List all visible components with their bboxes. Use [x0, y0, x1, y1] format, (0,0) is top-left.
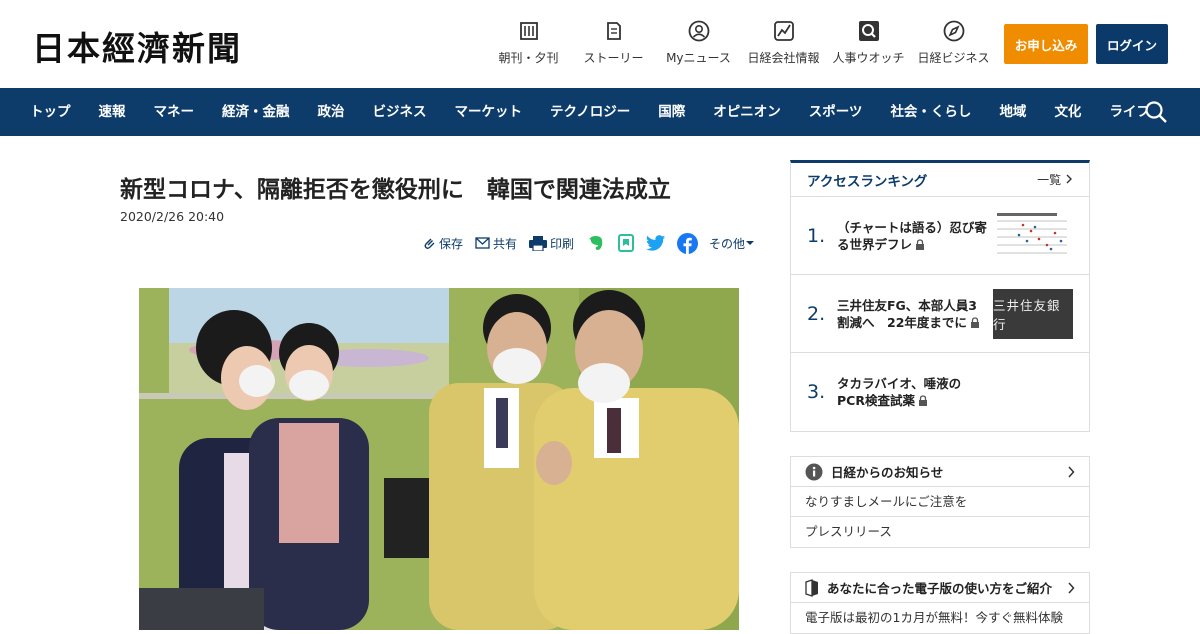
nav-item-economy-finance[interactable]: 経済・金融 — [208, 88, 304, 136]
ranking-item[interactable]: 1. （チャートは語る）忍び寄る世界デフレ — [791, 197, 1089, 275]
nav-item-region[interactable]: 地域 — [985, 88, 1040, 136]
toplink-personnel-watch[interactable]: 人事ウオッチ — [826, 20, 911, 68]
subscribe-button[interactable]: お申し込み — [1004, 24, 1088, 64]
guide-header[interactable]: あなたに合った電子版の使い方をご紹介 — [791, 573, 1089, 603]
ranking-more-label: 一覧 — [1037, 173, 1062, 187]
chevron-right-icon — [1068, 582, 1075, 594]
clip-icon — [424, 238, 435, 249]
more-share-button[interactable]: その他 — [709, 235, 755, 252]
article-date: 2020/2/26 20:40 — [120, 209, 225, 224]
print-label: 印刷 — [550, 236, 575, 251]
nav-item-money[interactable]: マネー — [140, 88, 209, 136]
login-button[interactable]: ログイン — [1096, 24, 1168, 64]
nav-items: トップ 速報 マネー 経済・金融 政治 ビジネス マーケット テクノロジー 国際… — [16, 88, 1164, 136]
toplink-label: Myニュース — [666, 51, 731, 65]
rank-text-wrap: 三井住友FG、本部人員3割減へ 22年度までに — [837, 297, 987, 331]
beginner-mark-icon — [805, 578, 818, 597]
print-button[interactable]: 印刷 — [529, 235, 574, 252]
mail-icon — [475, 237, 490, 249]
search-person-icon — [858, 20, 880, 42]
toplink-label: 人事ウオッチ — [832, 51, 905, 65]
search-icon[interactable] — [1144, 100, 1168, 124]
main-nav: トップ 速報 マネー 経済・金融 政治 ビジネス マーケット テクノロジー 国際… — [0, 88, 1200, 136]
toplink-label: 朝刊・夕刊 — [498, 51, 559, 65]
access-ranking: アクセスランキング 一覧 1. （チャートは語る）忍び寄る世界デフレ 2. 三井… — [790, 160, 1090, 432]
toplink-story[interactable]: ストーリー — [571, 20, 656, 68]
evernote-icon[interactable] — [586, 233, 606, 253]
toplink-my-news[interactable]: Myニュース — [656, 20, 741, 68]
guide-item[interactable]: 電子版は最初の1カ月が無料！今すぐ無料体験 — [791, 603, 1089, 633]
share-button[interactable]: 共有 — [475, 235, 517, 252]
caret-down-icon — [746, 241, 755, 245]
nav-item-opinion[interactable]: オピニオン — [699, 88, 795, 136]
chevron-right-icon — [1068, 466, 1075, 478]
site-header: 日本經濟新聞 朝刊・夕刊 ストーリー Myニュース 日経会社情報 人事ウオッチ … — [0, 0, 1200, 88]
nav-item-politics[interactable]: 政治 — [304, 88, 359, 136]
rank-text: 三井住友FG、本部人員3割減へ 22年度までに — [837, 298, 977, 330]
save-label: 保存 — [439, 236, 464, 251]
nav-item-society[interactable]: 社会・くらし — [876, 88, 985, 136]
nav-item-culture[interactable]: 文化 — [1040, 88, 1095, 136]
toplink-label: ストーリー — [583, 51, 644, 65]
notice-title: 日経からのお知らせ — [831, 465, 944, 480]
twitter-icon[interactable] — [646, 234, 666, 252]
rank-thumbnail-chart — [993, 211, 1073, 261]
article-title: 新型コロナ、隔離拒否を懲役刑に 韓国で関連法成立 — [120, 177, 671, 203]
ranking-more-link[interactable]: 一覧 — [1037, 171, 1073, 188]
facebook-icon[interactable] — [677, 232, 699, 254]
ranking-item[interactable]: 2. 三井住友FG、本部人員3割減へ 22年度までに 三井住友銀行 — [791, 275, 1089, 353]
rank-text: （チャートは語る）忍び寄る世界デフレ — [837, 220, 987, 252]
rank-number: 1. — [807, 225, 826, 247]
lock-icon — [918, 395, 927, 406]
notice-item[interactable]: プレスリリース — [791, 517, 1089, 547]
rank-text: タカラバイオ、唾液のPCR検査試薬 — [837, 376, 962, 408]
ranking-title: アクセスランキング — [807, 173, 928, 190]
rank-text-wrap: タカラバイオ、唾液のPCR検査試薬 — [837, 375, 987, 409]
notice-header[interactable]: 日経からのお知らせ — [791, 457, 1089, 487]
top-links: 朝刊・夕刊 ストーリー Myニュース 日経会社情報 人事ウオッチ 日経ビジネス — [486, 20, 996, 68]
save-button[interactable]: 保存 — [422, 235, 463, 252]
nav-item-top[interactable]: トップ — [16, 88, 85, 136]
toplink-label: 日経ビジネス — [917, 51, 990, 65]
nav-item-market[interactable]: マーケット — [441, 88, 537, 136]
site-logo[interactable]: 日本經濟新聞 — [32, 22, 242, 70]
bank-sign-text: 三井住友銀行 — [993, 298, 1061, 332]
nav-item-sports[interactable]: スポーツ — [795, 88, 877, 136]
digital-guide-box: あなたに合った電子版の使い方をご紹介 電子版は最初の1カ月が無料！今すぐ無料体験 — [790, 572, 1090, 634]
nav-item-technology[interactable]: テクノロジー — [536, 88, 644, 136]
nav-item-business[interactable]: ビジネス — [359, 88, 441, 136]
nav-item-international[interactable]: 国際 — [644, 88, 699, 136]
printer-icon — [529, 235, 548, 251]
article-photo — [139, 288, 739, 630]
ranking-header: アクセスランキング 一覧 — [791, 163, 1089, 197]
rank-number: 2. — [807, 303, 826, 325]
chart-icon — [773, 20, 795, 42]
newspaper-icon — [518, 20, 540, 42]
rank-number: 3. — [807, 381, 826, 403]
rank-text-wrap: （チャートは語る）忍び寄る世界デフレ — [837, 219, 987, 253]
compass-icon — [943, 20, 965, 42]
lock-icon — [970, 317, 979, 328]
nikkei-notice-box: 日経からのお知らせ なりすましメールにご注意を プレスリリース — [790, 456, 1090, 548]
ranking-item[interactable]: 3. タカラバイオ、唾液のPCR検査試薬 — [791, 353, 1089, 431]
nav-item-breaking[interactable]: 速報 — [85, 88, 140, 136]
more-label: その他 — [709, 236, 746, 251]
toplink-company-info[interactable]: 日経会社情報 — [741, 20, 826, 68]
share-label: 共有 — [493, 236, 518, 251]
toplink-morning-evening[interactable]: 朝刊・夕刊 — [486, 20, 571, 68]
toplink-nikkei-business[interactable]: 日経ビジネス — [911, 20, 996, 68]
bookmark-icon[interactable] — [617, 233, 635, 253]
notice-item[interactable]: なりすましメールにご注意を — [791, 487, 1089, 517]
lock-icon — [916, 239, 925, 250]
guide-title: あなたに合った電子版の使い方をご紹介 — [827, 581, 1053, 596]
user-icon — [688, 20, 710, 42]
toplink-label: 日経会社情報 — [747, 51, 820, 65]
info-icon — [805, 463, 823, 480]
rank-thumbnail-bank-sign: 三井住友銀行 — [993, 289, 1073, 339]
story-icon — [603, 20, 625, 42]
chevron-right-icon — [1066, 174, 1072, 184]
share-bar: 保存 共有 印刷 その他 — [422, 232, 755, 254]
